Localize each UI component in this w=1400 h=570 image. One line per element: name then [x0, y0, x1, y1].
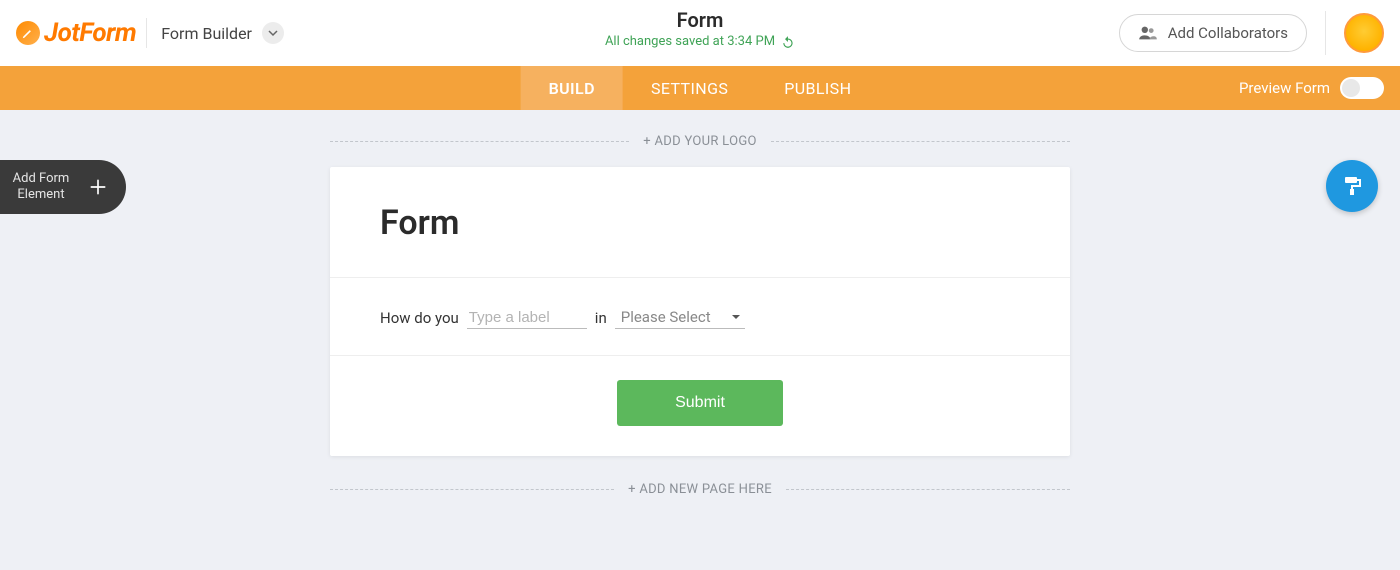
nav-tabs: BUILD SETTINGS PUBLISH — [521, 66, 880, 110]
preview-form-control: Preview Form — [1239, 77, 1400, 99]
tab-publish[interactable]: PUBLISH — [756, 66, 879, 110]
select-placeholder: Please Select — [621, 308, 711, 326]
dashed-line — [330, 489, 614, 490]
user-avatar[interactable] — [1344, 13, 1384, 53]
preview-label: Preview Form — [1239, 79, 1330, 97]
dashed-line — [786, 489, 1070, 490]
form-header-block[interactable]: Form — [330, 167, 1070, 278]
add-collaborators-button[interactable]: Add Collaborators — [1119, 14, 1307, 52]
logo-text: JotForm — [44, 18, 136, 48]
form-card: Form How do you in Please Select Submit — [330, 167, 1070, 456]
add-page-button[interactable]: + ADD NEW PAGE HERE — [614, 482, 786, 497]
question-block[interactable]: How do you in Please Select — [330, 278, 1070, 356]
logo-pencil-icon — [16, 21, 40, 45]
add-logo-row: + ADD YOUR LOGO — [330, 134, 1070, 149]
question-middle: in — [595, 309, 607, 327]
caret-down-icon — [731, 308, 741, 326]
question-select[interactable]: Please Select — [615, 306, 745, 329]
divider — [146, 18, 147, 48]
autosave-text: All changes saved at 3:34 PM — [605, 34, 775, 49]
paint-roller-icon — [1340, 174, 1364, 198]
add-element-label: Add Form Element — [10, 171, 72, 202]
autosave-status: All changes saved at 3:34 PM — [605, 34, 795, 49]
question-prefix: How do you — [380, 309, 459, 327]
header-right: Add Collaborators — [1119, 11, 1384, 55]
chevron-down-icon — [268, 28, 278, 38]
form-builder-dropdown[interactable] — [262, 22, 284, 44]
dashed-line — [771, 141, 1070, 142]
form-title[interactable]: Form — [605, 8, 795, 32]
question-label-input[interactable] — [467, 307, 587, 329]
add-form-element-button[interactable]: Add Form Element — [0, 160, 126, 214]
app-header: JotForm Form Builder Form All changes sa… — [0, 0, 1400, 66]
logo[interactable]: JotForm — [16, 18, 136, 48]
header-center: Form All changes saved at 3:34 PM — [605, 8, 795, 49]
main-nav: BUILD SETTINGS PUBLISH Preview Form — [0, 66, 1400, 110]
tab-settings[interactable]: SETTINGS — [623, 66, 756, 110]
add-logo-button[interactable]: + ADD YOUR LOGO — [629, 134, 770, 149]
toggle-knob — [1342, 79, 1360, 97]
form-builder-label: Form Builder — [161, 24, 252, 43]
tab-build[interactable]: BUILD — [521, 66, 623, 110]
undo-history-icon[interactable] — [781, 35, 795, 49]
add-page-row: + ADD NEW PAGE HERE — [330, 482, 1070, 497]
dashed-line — [330, 141, 629, 142]
form-heading: Form — [380, 203, 1020, 243]
plus-icon — [84, 173, 112, 201]
submit-button[interactable]: Submit — [617, 380, 783, 426]
form-designer-button[interactable] — [1326, 160, 1378, 212]
submit-row: Submit — [330, 356, 1070, 456]
collaborators-icon — [1138, 25, 1158, 41]
preview-toggle[interactable] — [1340, 77, 1384, 99]
collaborators-label: Add Collaborators — [1168, 24, 1288, 42]
divider — [1325, 11, 1326, 55]
builder-canvas: + ADD YOUR LOGO Form How do you in Pleas… — [0, 110, 1400, 570]
